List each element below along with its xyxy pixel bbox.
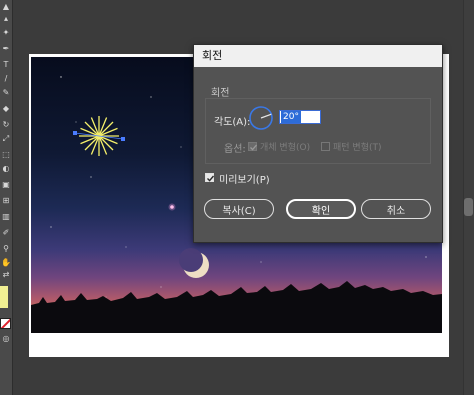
shape-builder-tool-icon[interactable]: ◐ bbox=[1, 164, 11, 174]
ok-button-label: 확인 bbox=[311, 205, 331, 217]
ok-button[interactable]: 확인 bbox=[286, 199, 356, 219]
rotate-tool-icon[interactable]: ↻ bbox=[1, 120, 11, 130]
transform-patterns-checkbox[interactable] bbox=[321, 142, 330, 151]
zoom-tool-icon[interactable]: ⚲ bbox=[1, 244, 11, 254]
eyedropper-tool-icon[interactable]: ✐ bbox=[1, 228, 11, 238]
graph-tool-icon[interactable]: ▥ bbox=[1, 212, 11, 222]
transform-patterns-label: 패턴 변형(T) bbox=[333, 143, 382, 153]
tools-panel: ▲ ▴ ✦ ✒ T / ✎ ◆ ↻ ⤢ ⬚ ◐ ▣ ⊞ ▥ ✐ ⚲ ✋ ⇄ ◎ bbox=[0, 0, 13, 395]
angle-dial-icon[interactable] bbox=[248, 105, 274, 135]
starburst-object bbox=[73, 116, 125, 156]
copy-button-label: 복사(C) bbox=[222, 205, 256, 217]
paintbrush-tool-icon[interactable]: ✎ bbox=[1, 88, 11, 98]
magic-wand-tool-icon[interactable]: ✦ bbox=[1, 28, 11, 38]
dialog-titlebar[interactable]: 회전 bbox=[194, 45, 442, 67]
type-tool-icon[interactable]: T bbox=[1, 60, 11, 70]
fill-color-swatch[interactable] bbox=[0, 286, 8, 308]
gradient-tool-icon[interactable]: ▣ bbox=[1, 180, 11, 190]
scrollbar-thumb[interactable] bbox=[464, 198, 473, 216]
direct-selection-tool-icon[interactable]: ▴ bbox=[1, 14, 11, 24]
rotate-dialog: 회전 회전 각도(A): 20° 옵션: 개체 변형(O) 패턴 변형(T) 미… bbox=[193, 44, 443, 243]
preview-label: 미리보기(P) bbox=[219, 175, 270, 186]
dialog-title: 회전 bbox=[202, 49, 223, 62]
line-tool-icon[interactable]: / bbox=[1, 74, 11, 84]
hand-tool-icon[interactable]: ✋ bbox=[1, 258, 11, 268]
preview-checkbox[interactable] bbox=[205, 173, 215, 182]
copy-button[interactable]: 복사(C) bbox=[204, 199, 274, 219]
drawing-mode-icon[interactable]: ◎ bbox=[1, 334, 11, 344]
cancel-button[interactable]: 취소 bbox=[361, 199, 431, 219]
mesh-tool-icon[interactable]: ⊞ bbox=[1, 196, 11, 206]
free-transform-tool-icon[interactable]: ⬚ bbox=[1, 150, 11, 160]
transform-objects-checkbox[interactable] bbox=[248, 142, 257, 151]
pen-tool-icon[interactable]: ✒ bbox=[1, 44, 11, 54]
rotate-group-title: 회전 bbox=[211, 88, 230, 99]
swap-colors-icon[interactable]: ⇄ bbox=[1, 270, 11, 280]
selection-tool-icon[interactable]: ▲ bbox=[1, 2, 11, 12]
options-label: 옵션: bbox=[224, 144, 246, 155]
eraser-tool-icon[interactable]: ◆ bbox=[1, 104, 11, 114]
transform-objects-label: 개체 변형(O) bbox=[260, 143, 311, 153]
scale-tool-icon[interactable]: ⤢ bbox=[1, 134, 11, 144]
angle-value-text: 20° bbox=[281, 111, 301, 123]
angle-input[interactable]: 20° bbox=[279, 110, 321, 124]
angle-label: 각도(A): bbox=[214, 117, 251, 128]
cancel-button-label: 취소 bbox=[386, 205, 406, 217]
stroke-none-swatch[interactable] bbox=[0, 318, 11, 329]
